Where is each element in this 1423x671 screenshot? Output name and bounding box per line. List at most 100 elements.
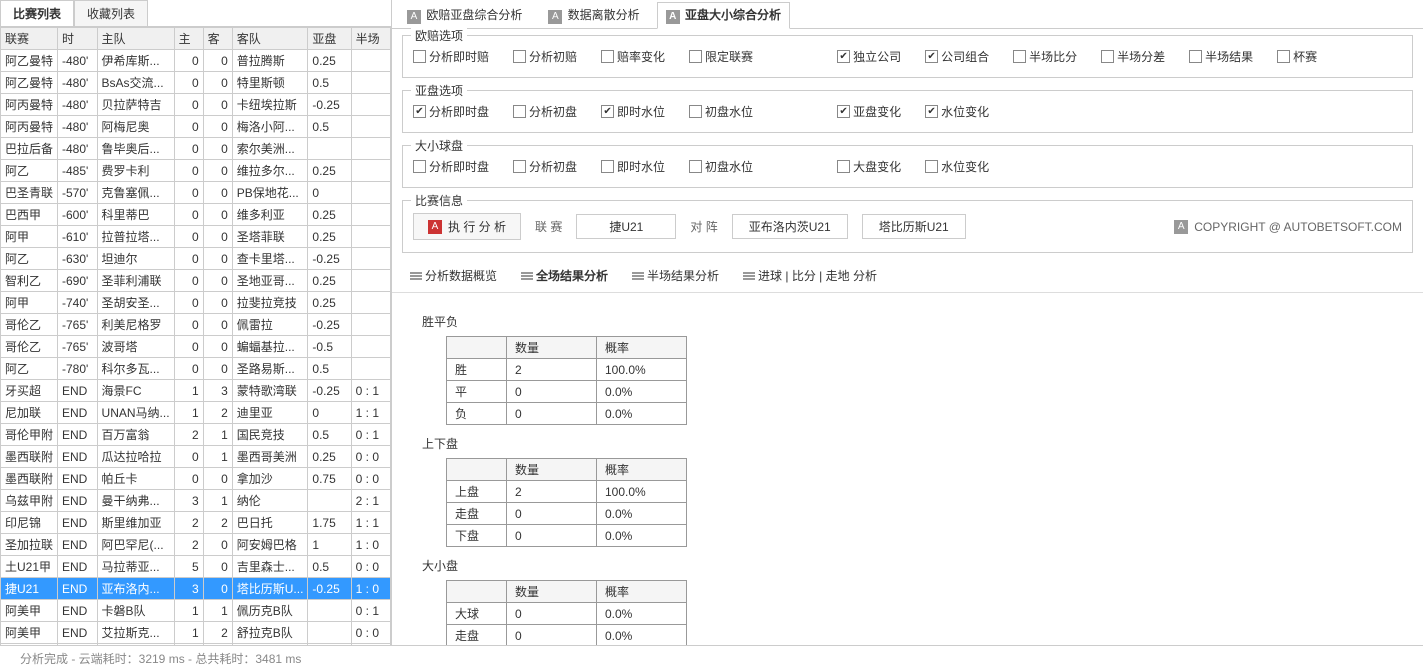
checkbox-独立公司[interactable]: 独立公司 <box>837 48 901 65</box>
match-row[interactable]: 哥伦乙-765'利美尼格罗00佩雷拉-0.25 <box>1 314 391 336</box>
match-row[interactable]: 阿甲-740'圣胡安圣...00拉斐拉竞技0.25 <box>1 292 391 314</box>
match-row[interactable]: 阿乙-780'科尔多瓦...00圣路易斯...0.5 <box>1 358 391 380</box>
checkbox-亚盘变化[interactable]: 亚盘变化 <box>837 103 901 120</box>
match-row[interactable]: 印尼锦END斯里维加亚22巴日托1.751 : 1 <box>1 512 391 534</box>
match-cell: END <box>58 600 98 622</box>
match-row[interactable]: 哥伦乙-765'波哥塔00蝙蝠基拉...-0.5 <box>1 336 391 358</box>
match-row[interactable]: 巴西甲-600'科里蒂巴00维多利亚0.25 <box>1 204 391 226</box>
match-row[interactable]: 牙买超END海景FC13蒙特歌湾联-0.250 : 1 <box>1 380 391 402</box>
match-cell: 阿美甲 <box>1 622 58 644</box>
match-cell: -480' <box>58 116 98 138</box>
match-row[interactable]: 阿美甲END卡磐B队11佩历克B队0 : 1 <box>1 600 391 622</box>
match-row[interactable]: 阿丙曼特-480'阿梅尼奥00梅洛小阿...0.5 <box>1 116 391 138</box>
checkbox-分析初盘[interactable]: 分析初盘 <box>513 158 577 175</box>
match-info: 比赛信息 A 执 行 分 析 联 赛 捷U21 对 阵 亚布洛内茨U21 塔比历… <box>402 200 1413 253</box>
checkbox-box <box>689 160 702 173</box>
match-cell: 科尔多瓦... <box>97 358 174 380</box>
match-row[interactable]: 圣加拉联END阿巴罕尼(...20阿安姆巴格11 : 0 <box>1 534 391 556</box>
match-row[interactable]: 阿乙-630'坦迪尔00查卡里塔...-0.25 <box>1 248 391 270</box>
match-cell: -600' <box>58 204 98 226</box>
match-cell: -765' <box>58 336 98 358</box>
match-cell: 卡纽埃拉斯 <box>232 94 308 116</box>
match-cell: 1.75 <box>308 512 351 534</box>
match-row[interactable]: 墨西联附END瓜达拉哈拉01墨西哥美洲0.250 : 0 <box>1 446 391 468</box>
match-row[interactable]: 巴圣青联-570'克鲁塞佩...00PB保地花...0 <box>1 182 391 204</box>
checkbox-分析初赔[interactable]: 分析初赔 <box>513 48 577 65</box>
checkbox-水位变化[interactable]: 水位变化 <box>925 158 989 175</box>
result-cell: 100.0% <box>597 359 687 381</box>
checkbox-label: 限定联赛 <box>705 48 753 65</box>
left-tab-0[interactable]: 比赛列表 <box>0 0 74 26</box>
checkbox-杯赛[interactable]: 杯赛 <box>1277 48 1317 65</box>
match-col-7[interactable]: 半场 <box>351 28 390 50</box>
checkbox-即时水位[interactable]: 即时水位 <box>601 158 665 175</box>
match-col-5[interactable]: 客队 <box>232 28 308 50</box>
match-row[interactable]: 尼加联ENDUNAN马纳...12迪里亚01 : 1 <box>1 402 391 424</box>
analyze-button[interactable]: A 执 行 分 析 <box>413 213 521 240</box>
result-row: 走盘00.0% <box>447 503 687 525</box>
sub-tab-0[interactable]: 分析数据概览 <box>402 263 505 288</box>
match-cell: END <box>58 446 98 468</box>
checkbox-分析即时盘[interactable]: 分析即时盘 <box>413 103 489 120</box>
match-cell: 0 <box>174 226 203 248</box>
match-row[interactable]: 巴拉后备-480'鲁毕奥后...00索尔美洲... <box>1 138 391 160</box>
match-col-6[interactable]: 亚盘 <box>308 28 351 50</box>
match-cell: 1 <box>174 402 203 424</box>
match-col-1[interactable]: 时 <box>58 28 98 50</box>
result-cell: 100.0% <box>597 481 687 503</box>
result-cell: 胜 <box>447 359 507 381</box>
match-cell: 0 <box>174 160 203 182</box>
checkbox-分析即时盘[interactable]: 分析即时盘 <box>413 158 489 175</box>
match-row[interactable]: 阿乙曼特-480'BsAs交流...00特里斯顿0.5 <box>1 72 391 94</box>
result-row: 平00.0% <box>447 381 687 403</box>
checkbox-分析初盘[interactable]: 分析初盘 <box>513 103 577 120</box>
match-cell <box>351 248 390 270</box>
checkbox-初盘水位[interactable]: 初盘水位 <box>689 103 753 120</box>
match-col-4[interactable]: 客 <box>203 28 232 50</box>
sub-tab-2[interactable]: 半场结果分析 <box>624 263 727 288</box>
left-tab-1[interactable]: 收藏列表 <box>74 0 148 26</box>
checkbox-label: 即时水位 <box>617 158 665 175</box>
result-header: 数量 <box>507 337 597 359</box>
match-cell: 0 : 1 <box>351 600 390 622</box>
match-row[interactable]: 哥伦甲附END百万富翁21国民竞技0.50 : 1 <box>1 424 391 446</box>
match-col-3[interactable]: 主 <box>174 28 203 50</box>
result-header: 数量 <box>507 581 597 603</box>
match-cell: 阿乙 <box>1 160 58 182</box>
checkbox-初盘水位[interactable]: 初盘水位 <box>689 158 753 175</box>
checkbox-公司组合[interactable]: 公司组合 <box>925 48 989 65</box>
checkbox-水位变化[interactable]: 水位变化 <box>925 103 989 120</box>
sub-tab-3[interactable]: 进球 | 比分 | 走地 分析 <box>735 263 885 288</box>
result-header <box>447 581 507 603</box>
checkbox-半场分差[interactable]: 半场分差 <box>1101 48 1165 65</box>
checkbox-限定联赛[interactable]: 限定联赛 <box>689 48 753 65</box>
match-cell: 2 <box>203 402 232 424</box>
match-cell: END <box>58 556 98 578</box>
checkbox-box <box>689 105 702 118</box>
checkbox-半场比分[interactable]: 半场比分 <box>1013 48 1077 65</box>
right-tab-2[interactable]: A 亚盘大小综合分析 <box>657 2 790 29</box>
match-col-0[interactable]: 联赛 <box>1 28 58 50</box>
match-row[interactable]: 智利乙-690'圣菲利浦联00圣地亚哥...0.25 <box>1 270 391 292</box>
match-row[interactable]: 乌兹甲附END曼干纳弗...31纳伦2 : 1 <box>1 490 391 512</box>
match-row[interactable]: 土U21甲END马拉蒂亚...50吉里森士...0.50 : 0 <box>1 556 391 578</box>
match-cell: 0 <box>174 138 203 160</box>
match-row[interactable]: 捷U21END亚布洛内...30塔比历斯U...-0.251 : 0 <box>1 578 391 600</box>
right-tab-0[interactable]: A 欧赔亚盘综合分析 <box>398 2 531 28</box>
match-cell <box>351 72 390 94</box>
right-tab-1[interactable]: A 数据离散分析 <box>539 2 648 28</box>
match-row[interactable]: 阿美甲END艾拉斯克...12舒拉克B队0 : 0 <box>1 622 391 644</box>
sub-tab-1[interactable]: 全场结果分析 <box>513 263 616 288</box>
checkbox-即时水位[interactable]: 即时水位 <box>601 103 665 120</box>
checkbox-半场结果[interactable]: 半场结果 <box>1189 48 1253 65</box>
match-row[interactable]: 阿乙-485'费罗卡利00维拉多尔...0.25 <box>1 160 391 182</box>
checkbox-大盘变化[interactable]: 大盘变化 <box>837 158 901 175</box>
checkbox-赔率变化[interactable]: 赔率变化 <box>601 48 665 65</box>
match-row[interactable]: 阿乙曼特-480'伊希库斯...00普拉腾斯0.25 <box>1 50 391 72</box>
checkbox-分析即时赔[interactable]: 分析即时赔 <box>413 48 489 65</box>
match-row[interactable]: 墨西联附END帕丘卡00拿加沙0.750 : 0 <box>1 468 391 490</box>
match-col-2[interactable]: 主队 <box>97 28 174 50</box>
match-cell: 曼干纳弗... <box>97 490 174 512</box>
match-row[interactable]: 阿丙曼特-480'贝拉萨特吉00卡纽埃拉斯-0.25 <box>1 94 391 116</box>
match-row[interactable]: 阿甲-610'拉普拉塔...00圣塔菲联0.25 <box>1 226 391 248</box>
